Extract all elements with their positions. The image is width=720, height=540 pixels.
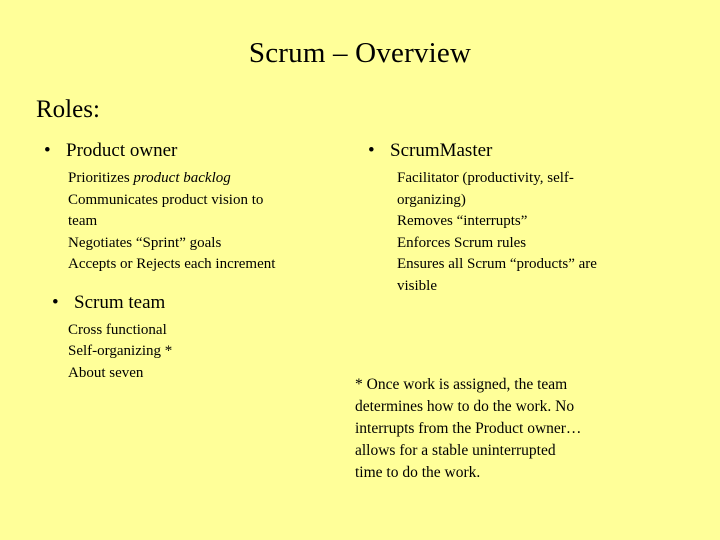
list-item: About seven — [36, 363, 356, 385]
bullet-item-product-owner: • Product owner — [36, 138, 356, 164]
list-item: Prioritizes product backlog — [36, 168, 356, 190]
list-item-text: Negotiates “Sprint” goals — [68, 234, 222, 251]
bullet-dot-icon: • — [368, 140, 375, 161]
footnote-line: interrupts from the Product owner… — [355, 420, 582, 437]
sub-list-product-owner: Prioritizes product backlog Communicates… — [36, 168, 356, 276]
sub-list-scrum-team: Cross functional Self-organizing * About… — [36, 320, 356, 385]
list-item: Accepts or Rejects each increment — [36, 254, 356, 276]
list-item: Removes “interrupts” — [360, 211, 690, 233]
list-item-text: Self-organizing * — [68, 343, 173, 359]
list-item-text: Removes “interrupts” — [397, 213, 528, 229]
list-item-text: Enforces Scrum rules — [397, 234, 527, 251]
footnote-line: * Once work is assigned, the team — [355, 376, 568, 393]
list-item: Facilitator (productivity, self- — [360, 168, 690, 190]
list-item-text: team — [68, 213, 98, 229]
bullet-label: Product owner — [66, 140, 178, 161]
list-item: Cross functional — [36, 320, 356, 342]
list-item-text: visible — [397, 277, 437, 294]
list-item: Self-organizing * — [36, 341, 356, 363]
page-title: Scrum – Overview — [248, 37, 472, 69]
list-item-text: Prioritizes — [68, 170, 134, 186]
list-item-text: Facilitator (productivity, self- — [397, 170, 574, 186]
bullet-dot-icon: • — [44, 140, 51, 161]
list-item-text: Ensures all Scrum “products” are — [397, 256, 597, 272]
list-item: Enforces Scrum rules — [360, 233, 690, 255]
bullet-dot-icon: • — [52, 291, 59, 313]
list-item-emphasis: product backlog — [133, 170, 231, 186]
right-column: • ScrumMaster Facilitator (productivity,… — [360, 138, 690, 297]
footnote-line: time to do the work. — [355, 464, 481, 481]
list-item-text: Communicates product vision to — [68, 191, 264, 208]
bullet-label: ScrumMaster — [390, 140, 493, 161]
list-item: Communicates product vision to — [36, 190, 356, 212]
bullet-item-scrum-team: • Scrum team — [36, 290, 356, 316]
list-item: team — [36, 211, 356, 233]
column-spacer — [36, 276, 356, 290]
footnote-line: allows for a stable uninterrupted — [355, 442, 556, 459]
footnote-block: * Once work is assigned, the team determ… — [355, 374, 675, 484]
list-item: organizing) — [360, 190, 690, 212]
list-item-text: About seven — [68, 364, 144, 381]
list-item-text: organizing) — [397, 191, 466, 208]
bullet-item-scrummaster: • ScrumMaster — [360, 138, 690, 164]
slide-canvas: Scrum – Overview Roles: • Product owner … — [0, 0, 720, 540]
list-item: Ensures all Scrum “products” are — [360, 254, 690, 276]
footnote-line: determines how to do the work. No — [355, 398, 575, 415]
left-column: • Product owner Prioritizes product back… — [36, 138, 356, 384]
section-heading-roles: Roles: — [36, 96, 100, 123]
list-item-text: Cross functional — [68, 321, 167, 338]
list-item-text: Accepts or Rejects each increment — [68, 256, 276, 272]
sub-list-scrummaster: Facilitator (productivity, self- organiz… — [360, 168, 690, 297]
bullet-label: Scrum team — [74, 291, 166, 313]
list-item: Negotiates “Sprint” goals — [36, 233, 356, 255]
list-item: visible — [360, 276, 690, 298]
